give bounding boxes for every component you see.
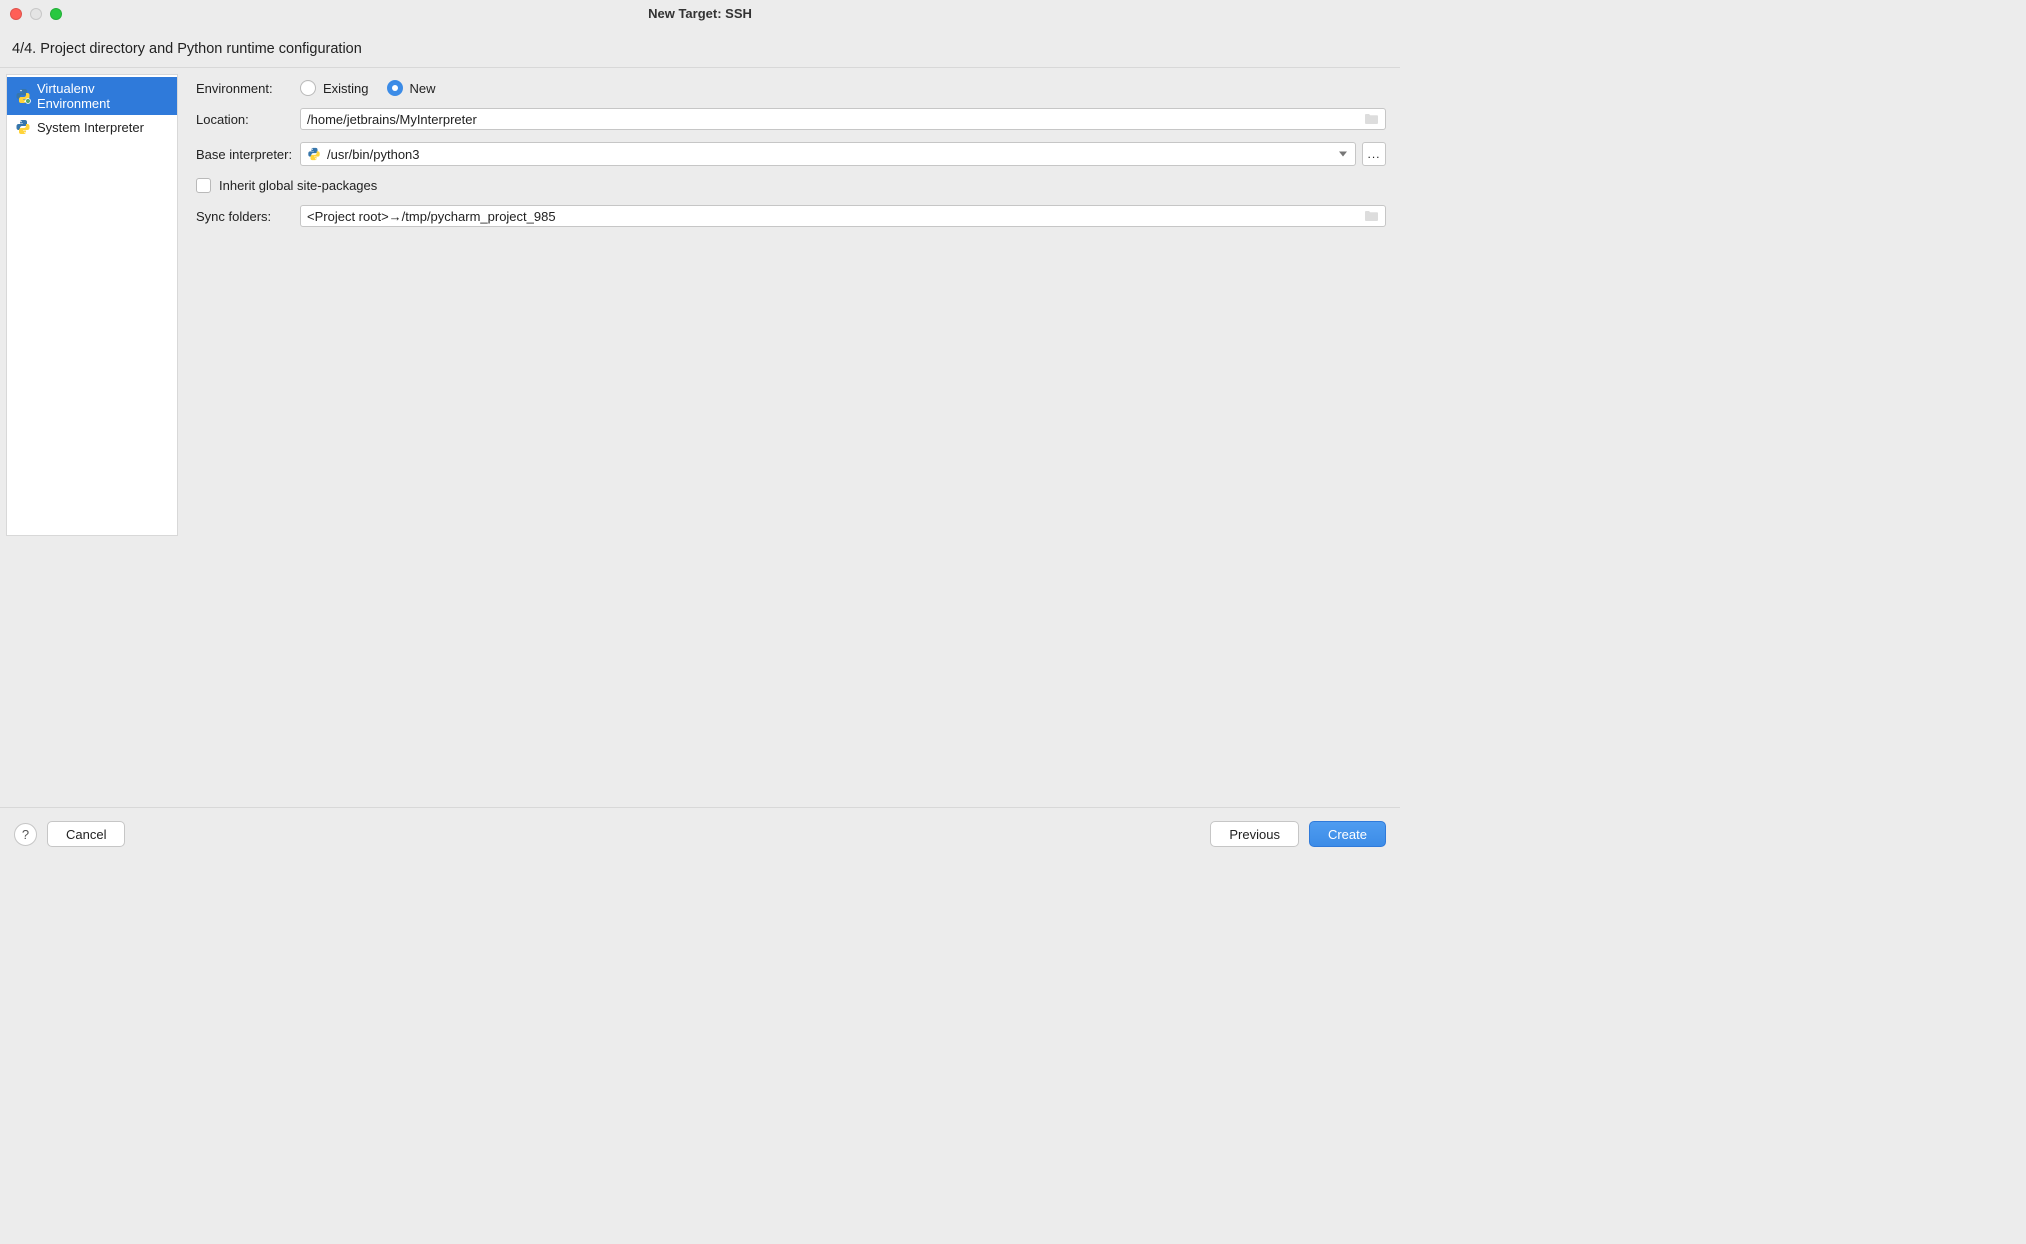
radio-existing-label: Existing [323,81,369,96]
main-area: Virtualenv Environment System Interprete… [0,68,1400,807]
inherit-checkbox[interactable] [196,178,211,193]
sidebar-item-virtualenv[interactable]: Virtualenv Environment [7,77,177,115]
previous-button-label: Previous [1229,827,1280,842]
chevron-down-icon [1339,152,1347,157]
create-button[interactable]: Create [1309,821,1386,847]
location-value: /home/jetbrains/MyInterpreter [307,112,477,127]
radio-existing[interactable] [300,80,316,96]
sync-folders-control: <Project root>→/tmp/pycharm_project_985 [300,205,1386,227]
base-interpreter-combo[interactable]: /usr/bin/python3 [300,142,1356,166]
inherit-label: Inherit global site-packages [219,178,377,193]
form-area: Environment: Existing New Location: [196,74,1394,807]
browse-button[interactable]: ... [1362,142,1386,166]
base-interpreter-control: /usr/bin/python3 ... [300,142,1386,166]
interpreter-type-list: Virtualenv Environment System Interprete… [6,74,178,536]
environment-new-option[interactable]: New [387,80,436,96]
sidebar-item-label: System Interpreter [37,120,144,135]
sync-folders-value: <Project root>→/tmp/pycharm_project_985 [307,209,556,224]
help-button[interactable]: ? [14,823,37,846]
base-interpreter-row: Base interpreter: /usr/bin/python3 [196,142,1386,166]
cancel-button[interactable]: Cancel [47,821,125,847]
step-header: 4/4. Project directory and Python runtim… [0,27,1400,68]
base-interpreter-value: /usr/bin/python3 [327,147,420,162]
location-control: /home/jetbrains/MyInterpreter [300,108,1386,130]
browse-button-label: ... [1367,147,1380,161]
radio-new-label: New [410,81,436,96]
titlebar: New Target: SSH [0,0,1400,27]
window-controls [0,8,62,20]
environment-row: Environment: Existing New [196,80,1386,96]
environment-radio-group: Existing New [300,80,1386,96]
python-icon [307,147,321,161]
base-interpreter-label: Base interpreter: [196,147,300,162]
folder-icon[interactable] [1364,113,1379,125]
help-icon: ? [22,827,29,842]
sync-folders-label: Sync folders: [196,209,300,224]
sidebar-item-system-interpreter[interactable]: System Interpreter [7,115,177,139]
sync-folders-row: Sync folders: <Project root>→/tmp/pychar… [196,205,1386,227]
minimize-window-button [30,8,42,20]
environment-label: Environment: [196,81,300,96]
create-button-label: Create [1328,827,1367,842]
inherit-checkbox-row[interactable]: Inherit global site-packages [196,178,377,193]
sidebar-item-label: Virtualenv Environment [37,81,169,111]
cancel-button-label: Cancel [66,827,106,842]
python-icon [15,119,31,135]
location-label: Location: [196,112,300,127]
location-row: Location: /home/jetbrains/MyInterpreter [196,108,1386,130]
location-input[interactable]: /home/jetbrains/MyInterpreter [300,108,1386,130]
environment-existing-option[interactable]: Existing [300,80,369,96]
window-title: New Target: SSH [0,6,1400,21]
dialog-window: New Target: SSH 4/4. Project directory a… [0,0,1400,860]
previous-button[interactable]: Previous [1210,821,1299,847]
python-venv-icon [15,88,31,104]
zoom-window-button[interactable] [50,8,62,20]
radio-new[interactable] [387,80,403,96]
inherit-row: Inherit global site-packages [196,178,1386,193]
folder-icon[interactable] [1364,210,1379,222]
close-window-button[interactable] [10,8,22,20]
dialog-footer: ? Cancel Previous Create [0,807,1400,860]
sync-folders-input[interactable]: <Project root>→/tmp/pycharm_project_985 [300,205,1386,227]
